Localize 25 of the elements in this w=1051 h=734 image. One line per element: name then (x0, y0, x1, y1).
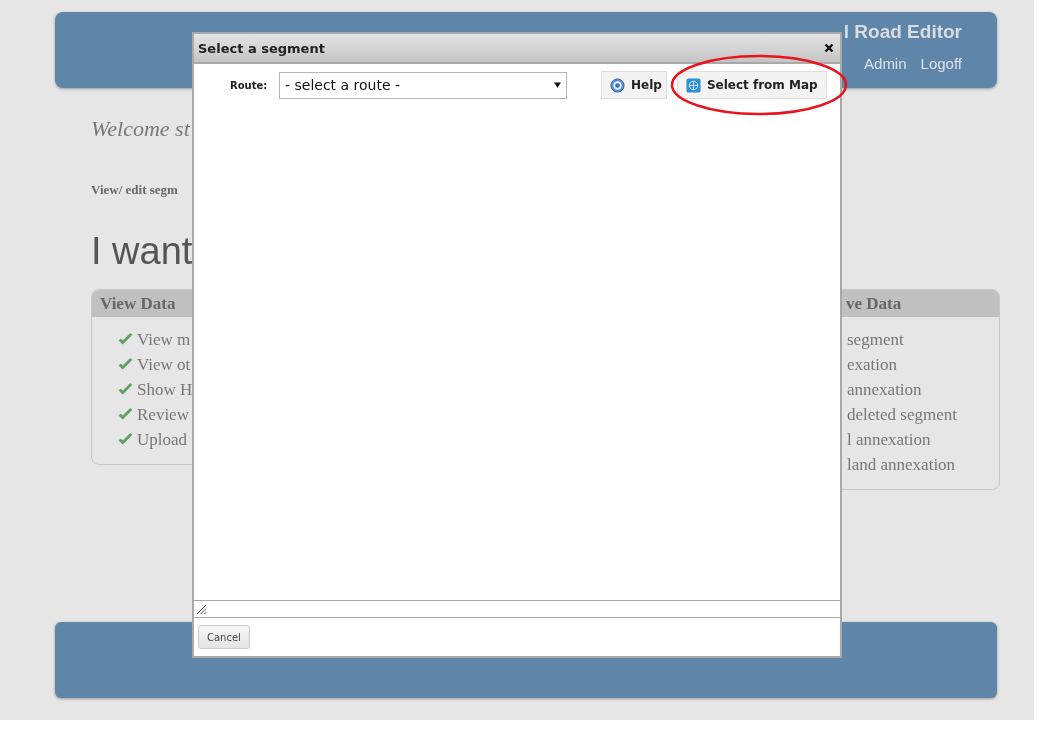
toolbar-button[interactable]: Help (601, 71, 667, 99)
panel-title: View Data (100, 293, 176, 314)
route-select[interactable]: - select a route - (279, 71, 567, 99)
panel-link[interactable]: View ot (137, 354, 191, 375)
panel-link[interactable]: annexation (847, 379, 922, 400)
panel-link[interactable]: deleted segment (847, 404, 957, 425)
panel-link[interactable]: Upload (137, 429, 188, 450)
subheading: View/ edit segm (91, 182, 179, 198)
panel-link[interactable]: segment (847, 329, 904, 350)
panel-title: ve Data (846, 293, 902, 314)
panel-link[interactable]: land annexation (847, 454, 956, 475)
nav-link[interactable]: Logoff (920, 55, 962, 72)
panel-link[interactable]: Review (137, 404, 189, 425)
cancel-button[interactable]: Cancel (198, 625, 250, 649)
toolbar-button[interactable]: Select from Map (676, 71, 827, 99)
welcome-text: Welcome st (91, 116, 192, 142)
route-label: Route: (230, 79, 269, 91)
panel-link[interactable]: exation (847, 354, 898, 375)
app-title: l Road Editor (843, 21, 962, 43)
page-heading: I want (91, 230, 194, 273)
panel-link[interactable]: l annexation (847, 429, 931, 450)
dialog-title: Select a segment (198, 40, 325, 56)
panel-link[interactable]: Show H (137, 379, 193, 400)
panel-link[interactable]: View m (137, 329, 191, 350)
nav-link[interactable]: Admin (864, 55, 907, 72)
